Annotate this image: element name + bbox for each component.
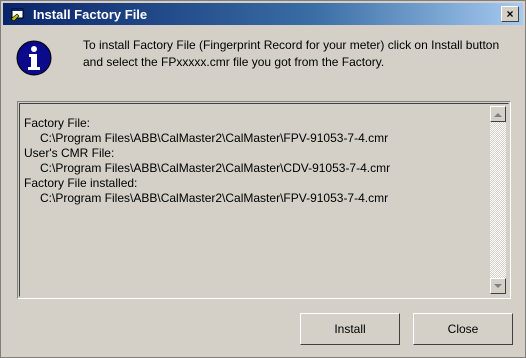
instruction-message: To install Factory File (Fingerprint Rec… — [83, 38, 500, 69]
arrow-up-icon — [494, 112, 502, 117]
vertical-scrollbar[interactable] — [490, 106, 506, 294]
log-inner-frame: Factory File: C:\Program Files\ABB\CalMas… — [19, 103, 509, 297]
install-factory-file-dialog: Install Factory File × To install Factor… — [0, 0, 526, 358]
log-text: Factory File: C:\Program Files\ABB\CalMas… — [24, 116, 390, 206]
log-line: Factory File: — [24, 116, 91, 130]
log-line: User's CMR File: — [24, 146, 115, 160]
app-window-icon — [9, 5, 27, 23]
log-line: C:\Program Files\ABB\CalMaster2\CalMaste… — [40, 161, 391, 175]
scroll-up-button[interactable] — [490, 106, 506, 122]
window-title: Install Factory File — [33, 6, 148, 22]
close-window-button[interactable]: × — [501, 6, 519, 22]
install-button[interactable]: Install — [300, 313, 400, 345]
log-line: C:\Program Files\ABB\CalMaster2\CalMaste… — [40, 191, 389, 205]
close-icon: × — [506, 7, 514, 21]
log-line: Factory File installed: — [24, 176, 138, 190]
info-icon — [15, 39, 53, 77]
title-bar[interactable]: Install Factory File × — [3, 3, 523, 25]
arrow-down-icon — [494, 283, 502, 288]
log-textarea[interactable]: Factory File: C:\Program Files\ABB\CalMas… — [17, 101, 511, 299]
log-line: C:\Program Files\ABB\CalMaster2\CalMaste… — [40, 131, 389, 145]
scroll-down-button[interactable] — [490, 278, 506, 294]
close-button[interactable]: Close — [413, 313, 513, 345]
